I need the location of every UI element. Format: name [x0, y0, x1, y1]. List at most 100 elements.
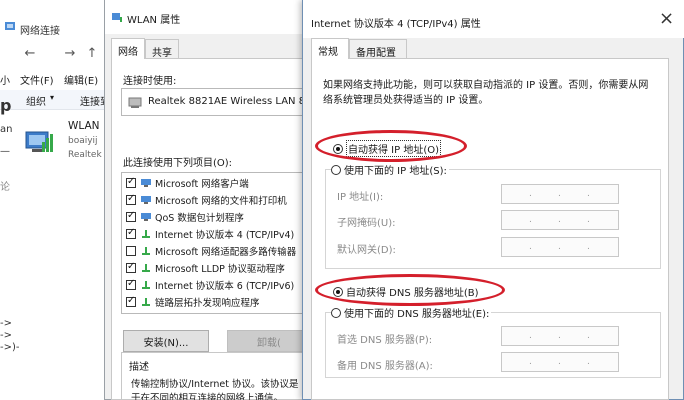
dialog-title: WLAN 属性 [127, 15, 181, 26]
tab-network[interactable]: 网络 [111, 38, 145, 59]
checkbox[interactable] [126, 193, 136, 205]
item-label: QoS 数据包计划程序 [155, 213, 244, 224]
tab-general[interactable]: 常规 [311, 38, 349, 59]
item-label: Microsoft 网络适配器多路传输器 [155, 247, 297, 258]
octet-dot: . [587, 357, 590, 367]
description-label: 描述 [127, 358, 151, 373]
manual-ip-radio[interactable]: 使用下面的 IP 地址(S): [331, 162, 449, 177]
tab-sharing[interactable]: 共享 [145, 39, 179, 59]
default-gateway-input[interactable]: . . . [501, 237, 619, 257]
forward-button[interactable]: → [62, 46, 78, 61]
list-item[interactable]: Microsoft 网络客户端 [126, 175, 249, 191]
ipv4-properties-dialog: Internet 协议版本 4 (TCP/IPv4) 属性 × 常规 备用配置 … [302, 0, 684, 400]
preferred-dns-input[interactable]: . . . [501, 326, 619, 346]
item-label: Internet 协议版本 6 (TCP/IPv6) [155, 281, 295, 292]
alternate-dns-input[interactable]: . . . [501, 352, 619, 372]
checkbox[interactable] [126, 246, 136, 256]
menu-file[interactable]: 文件(F) [20, 72, 54, 87]
adapter-field: Realtek 8821AE Wireless LAN 80 [121, 88, 311, 116]
octet-dot: . [558, 331, 561, 341]
octet-dot: . [529, 357, 532, 367]
dialog-title: Internet 协议版本 4 (TCP/IPv4) 属性 [311, 19, 481, 30]
octet-dot: . [529, 331, 532, 341]
radio-dot[interactable] [331, 307, 341, 318]
octet-dot: . [587, 215, 590, 225]
octet-dot: . [529, 189, 532, 199]
wireless-adapter-icon[interactable] [22, 122, 56, 156]
octet-dot: . [558, 189, 561, 199]
manual-dns-label: 使用下面的 DNS 服务器地址(E): [344, 309, 490, 320]
items-label: 此连接使用下列项目(O): [123, 158, 233, 169]
printer-sharing-icon [141, 196, 151, 204]
edge-fragment: — [0, 146, 10, 157]
up-button[interactable]: ↑ [84, 46, 100, 61]
adapter-ssid: boaiyij [68, 136, 98, 146]
protocol-icon [142, 281, 150, 289]
uninstall-button[interactable]: 卸载( [227, 330, 311, 352]
adapter-model: Realtek [68, 150, 102, 160]
title-bar: Internet 协议版本 4 (TCP/IPv4) 属性 × [303, 0, 684, 38]
manual-ip-label: 使用下面的 IP 地址(S): [344, 166, 447, 177]
preferred-dns-label: 首选 DNS 服务器(P): [337, 335, 433, 346]
manual-dns-radio[interactable]: 使用下面的 DNS 服务器地址(E): [331, 305, 492, 320]
protocol-icon [142, 264, 150, 272]
network-adapter-icon [112, 13, 122, 22]
item-label: Internet 协议版本 4 (TCP/IPv4) [155, 230, 295, 241]
alternate-dns-label: 备用 DNS 服务器(A): [337, 361, 433, 372]
ip-address-input[interactable]: . . . [501, 184, 619, 204]
subnet-mask-input[interactable]: . . . [501, 210, 619, 230]
octet-dot: . [587, 242, 590, 252]
close-icon[interactable]: × [659, 8, 674, 29]
subnet-mask-label: 子网掩码(U): [337, 218, 396, 229]
default-gateway-label: 默认网关(D): [337, 245, 396, 256]
adapter-name: Realtek 8821AE Wireless LAN 80 [148, 96, 312, 107]
description-text: 传输控制协议/Internet 协议。该协议是 [131, 379, 299, 390]
checkbox[interactable] [126, 210, 136, 222]
chevron-down-icon[interactable]: ▾ [50, 93, 54, 102]
organize-button[interactable]: 组织 [26, 93, 46, 108]
adapter-icon [128, 97, 142, 108]
highlight-oval-auto-ip [315, 130, 467, 162]
connect-using-label: 连接时使用: [123, 76, 177, 87]
checkbox[interactable] [126, 176, 136, 188]
protocol-icon [142, 298, 150, 306]
wlan-properties-dialog: WLAN 属性 网络 共享 连接时使用: Realtek 8821AE Wire… [104, 0, 317, 400]
radio-dot[interactable] [331, 164, 341, 175]
menu-edit[interactable]: 编辑(E) [64, 72, 98, 87]
octet-dot: . [558, 215, 561, 225]
octet-dot: . [587, 189, 590, 199]
list-item[interactable]: Microsoft LLDP 协议驱动程序 [126, 260, 285, 276]
edge-fragment: -> [0, 318, 12, 329]
install-button[interactable]: 安装(N)... [123, 330, 209, 352]
title-bar: WLAN 属性 [105, 0, 317, 34]
intro-text: 络系统管理员处获得适当的 IP 设置。 [323, 95, 489, 106]
edge-fragment: p [0, 96, 12, 115]
item-label: Microsoft LLDP 协议驱动程序 [155, 264, 285, 275]
item-label: Microsoft 网络的文件和打印机 [155, 196, 287, 207]
octet-dot: . [587, 331, 590, 341]
highlight-oval-auto-dns [315, 274, 505, 306]
edge-fragment: -> [0, 330, 12, 341]
checkbox[interactable] [126, 295, 136, 307]
adapter-name[interactable]: WLAN [68, 120, 100, 132]
ip-address-label: IP 地址(I): [337, 192, 384, 203]
item-label: 链路层拓扑发现响应程序 [155, 298, 260, 309]
edge-fragment: 论 [0, 182, 10, 193]
qos-icon [141, 213, 151, 221]
protocol-icon [142, 247, 150, 255]
list-item[interactable]: 链路层拓扑发现响应程序 [126, 294, 260, 310]
list-item[interactable]: Microsoft 网络的文件和打印机 [126, 192, 287, 208]
list-item[interactable]: Microsoft 网络适配器多路传输器 [126, 243, 296, 259]
back-button[interactable]: ← [22, 46, 38, 61]
list-item[interactable]: QoS 数据包计划程序 [126, 209, 244, 225]
network-folder-icon [5, 22, 15, 30]
protocol-icon [142, 230, 150, 238]
edge-fragment: an [0, 124, 13, 135]
checkbox[interactable] [126, 261, 136, 273]
list-item[interactable]: Internet 协议版本 4 (TCP/IPv4) [126, 226, 294, 242]
tab-alternate-config[interactable]: 备用配置 [349, 39, 407, 59]
octet-dot: . [558, 357, 561, 367]
checkbox[interactable] [126, 278, 136, 290]
checkbox[interactable] [126, 227, 136, 239]
list-item[interactable]: Internet 协议版本 6 (TCP/IPv6) [126, 277, 294, 293]
